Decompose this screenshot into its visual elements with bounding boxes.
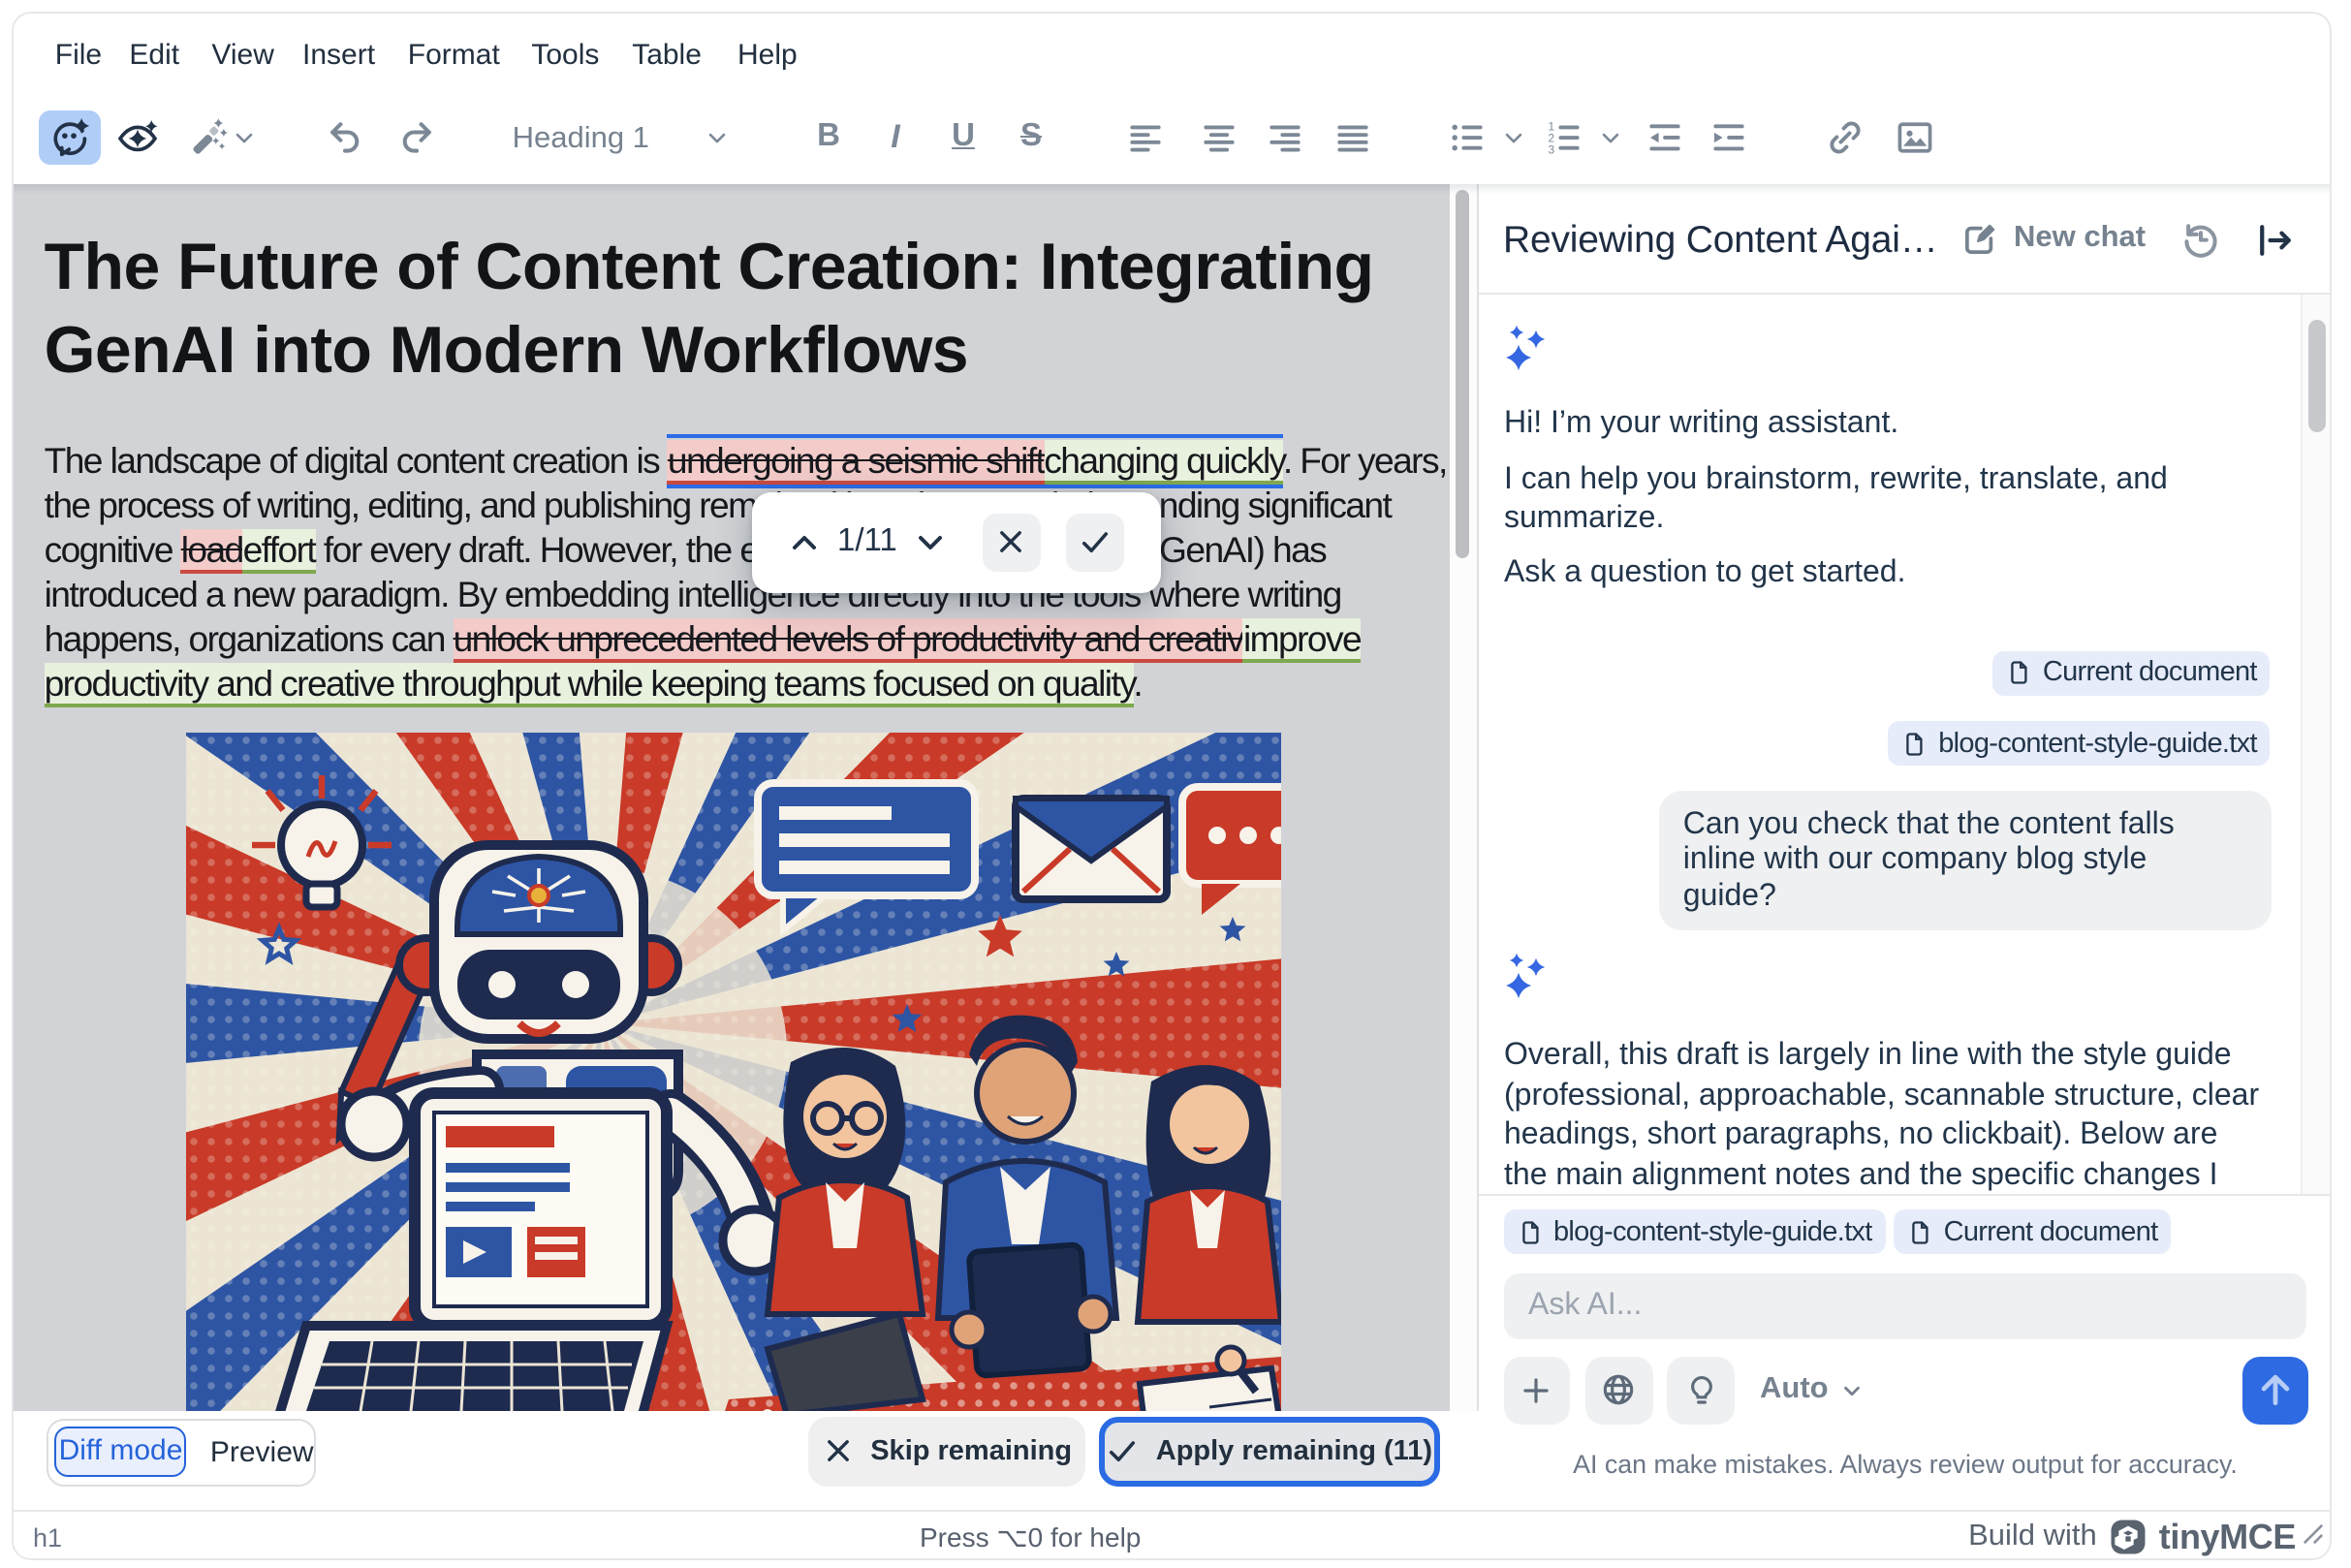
- svg-text:3: 3: [1548, 142, 1554, 156]
